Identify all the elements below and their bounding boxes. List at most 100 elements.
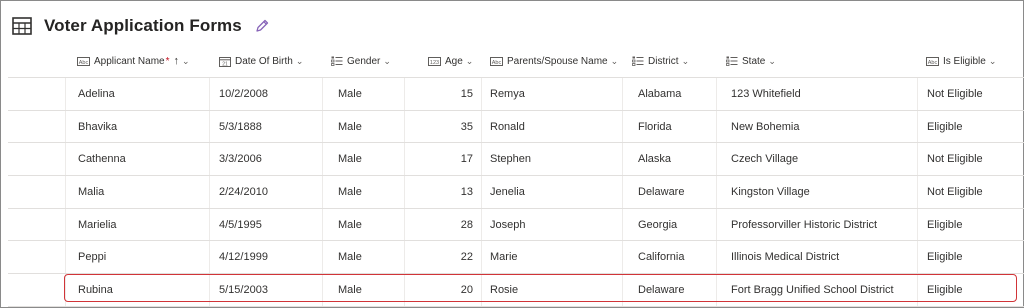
chevron-down-icon[interactable]: ⌄	[989, 56, 997, 67]
cell-parent[interactable]: Joseph	[490, 209, 525, 241]
cell-dob[interactable]: 4/5/1995	[219, 209, 262, 241]
cell-state[interactable]: Czech Village	[731, 143, 798, 175]
column-header-district[interactable]: District ⌄	[632, 44, 689, 78]
column-divider	[404, 176, 405, 208]
chevron-down-icon[interactable]: ⌄	[296, 56, 304, 67]
cell-dob[interactable]: 5/3/1888	[219, 111, 262, 143]
edit-pencil-icon[interactable]	[254, 18, 270, 34]
cell-name[interactable]: Malia	[78, 176, 104, 208]
cell-age[interactable]: 20	[415, 274, 473, 306]
chevron-down-icon[interactable]: ⌄	[611, 56, 619, 67]
cell-name[interactable]: Rubina	[78, 274, 113, 306]
cell-age[interactable]: 22	[415, 241, 473, 273]
cell-eligible[interactable]: Eligible	[927, 274, 962, 306]
cell-state[interactable]: Illinois Medical District	[731, 241, 839, 273]
column-divider	[481, 143, 482, 176]
column-divider	[917, 78, 918, 110]
chevron-down-icon[interactable]: ⌄	[768, 56, 776, 67]
column-divider	[622, 143, 623, 176]
cell-district[interactable]: California	[638, 241, 684, 273]
cell-gender[interactable]: Male	[338, 78, 362, 110]
cell-gender[interactable]: Male	[338, 143, 362, 175]
cell-dob[interactable]: 10/2/2008	[219, 78, 268, 110]
cell-state[interactable]: Kingston Village	[731, 176, 810, 208]
column-divider	[209, 241, 210, 274]
chevron-down-icon[interactable]: ⌄	[182, 56, 190, 67]
column-divider	[716, 110, 717, 143]
column-divider	[322, 241, 323, 274]
cell-parent[interactable]: Jenelia	[490, 176, 525, 208]
cell-name[interactable]: Adelina	[78, 78, 115, 110]
cell-name[interactable]: Marielia	[78, 209, 117, 241]
cell-dob[interactable]: 3/3/2006	[219, 143, 262, 175]
cell-gender[interactable]: Male	[338, 209, 362, 241]
column-divider	[622, 208, 623, 241]
column-header-state[interactable]: State ⌄	[726, 44, 776, 78]
cell-eligible[interactable]: Not Eligible	[927, 143, 983, 175]
column-divider	[481, 78, 482, 110]
text-field-icon: Abc	[926, 56, 939, 66]
column-divider	[404, 78, 405, 110]
cell-district[interactable]: Georgia	[638, 209, 677, 241]
sort-ascending-icon[interactable]: ↑	[174, 55, 180, 67]
table-row[interactable]: Malia 2/24/2010 Male 13 Jenelia Delaware Kings…	[8, 176, 1024, 209]
cell-parent[interactable]: Rosie	[490, 274, 518, 306]
cell-state[interactable]: 123 Whitefield	[731, 78, 801, 110]
chevron-down-icon[interactable]: ⌄	[383, 56, 391, 67]
column-header-gender[interactable]: Gender ⌄	[331, 44, 391, 78]
cell-gender[interactable]: Male	[338, 241, 362, 273]
column-header-is-eligible[interactable]: Abc Is Eligible ⌄	[926, 44, 996, 78]
number-field-icon: 123	[428, 56, 441, 66]
column-header-date-of-birth[interactable]: 21 Date Of Birth ⌄	[219, 44, 303, 78]
cell-parent[interactable]: Remya	[490, 78, 525, 110]
table-row[interactable]: Peppi 4/12/1999 Male 22 Marie California Illin…	[8, 241, 1024, 275]
list-header: Voter Application Forms	[12, 12, 270, 40]
chevron-down-icon[interactable]: ⌄	[466, 56, 474, 67]
cell-dob[interactable]: 4/12/1999	[219, 241, 268, 273]
cell-age[interactable]: 15	[415, 78, 473, 110]
cell-dob[interactable]: 2/24/2010	[219, 176, 268, 208]
cell-district[interactable]: Delaware	[638, 176, 684, 208]
column-divider	[917, 143, 918, 176]
table-row[interactable]: Cathenna 3/3/2006 Male 17 Stephen Alaska Czech…	[8, 143, 1024, 177]
cell-parent[interactable]: Marie	[490, 241, 518, 273]
column-header-applicant-name[interactable]: Abc Applicant Name * ↑ ⌄	[77, 44, 190, 78]
chevron-down-icon[interactable]: ⌄	[682, 56, 690, 67]
table-row[interactable]: Adelina 10/2/2008 Male 15 Remya Alabama 123 Wh…	[8, 78, 1024, 111]
cell-district[interactable]: Alaska	[638, 143, 671, 175]
cell-name[interactable]: Cathenna	[78, 143, 126, 175]
cell-age[interactable]: 13	[415, 176, 473, 208]
cell-gender[interactable]: Male	[338, 274, 362, 306]
cell-eligible[interactable]: Not Eligible	[927, 78, 983, 110]
cell-eligible[interactable]: Eligible	[927, 241, 962, 273]
table-row[interactable]: Bhavika 5/3/1888 Male 35 Ronald Florida New Bo…	[8, 110, 1024, 144]
cell-eligible[interactable]: Eligible	[927, 111, 962, 143]
cell-name[interactable]: Peppi	[78, 241, 106, 273]
cell-parent[interactable]: Ronald	[490, 111, 525, 143]
cell-district[interactable]: Florida	[638, 111, 672, 143]
cell-state[interactable]: Professorviller Historic District	[731, 209, 877, 241]
cell-gender[interactable]: Male	[338, 111, 362, 143]
column-divider	[716, 274, 717, 306]
cell-state[interactable]: Fort Bragg Unified School District	[731, 274, 894, 306]
cell-eligible[interactable]: Eligible	[927, 209, 962, 241]
column-divider	[65, 143, 66, 176]
cell-district[interactable]: Delaware	[638, 274, 684, 306]
cell-state[interactable]: New Bohemia	[731, 111, 799, 143]
column-header-age[interactable]: 123 Age ⌄	[428, 44, 473, 78]
cell-dob[interactable]: 5/15/2003	[219, 274, 268, 306]
cell-district[interactable]: Alabama	[638, 78, 681, 110]
cell-parent[interactable]: Stephen	[490, 143, 531, 175]
column-divider	[65, 208, 66, 241]
table-row[interactable]: Rubina 5/15/2003 Male 20 Rosie Delaware Fort B…	[8, 274, 1024, 307]
cell-name[interactable]: Bhavika	[78, 111, 117, 143]
column-header-parents-spouse-name[interactable]: Abc Parents/Spouse Name ⌄	[490, 44, 618, 78]
cell-eligible[interactable]: Not Eligible	[927, 176, 983, 208]
table-row[interactable]: Marielia 4/5/1995 Male 28 Joseph Georgia Profe…	[8, 208, 1024, 242]
cell-age[interactable]: 35	[415, 111, 473, 143]
column-label: Is Eligible	[943, 55, 986, 67]
cell-age[interactable]: 28	[415, 209, 473, 241]
cell-gender[interactable]: Male	[338, 176, 362, 208]
svg-text:Abc: Abc	[928, 59, 938, 65]
cell-age[interactable]: 17	[415, 143, 473, 175]
